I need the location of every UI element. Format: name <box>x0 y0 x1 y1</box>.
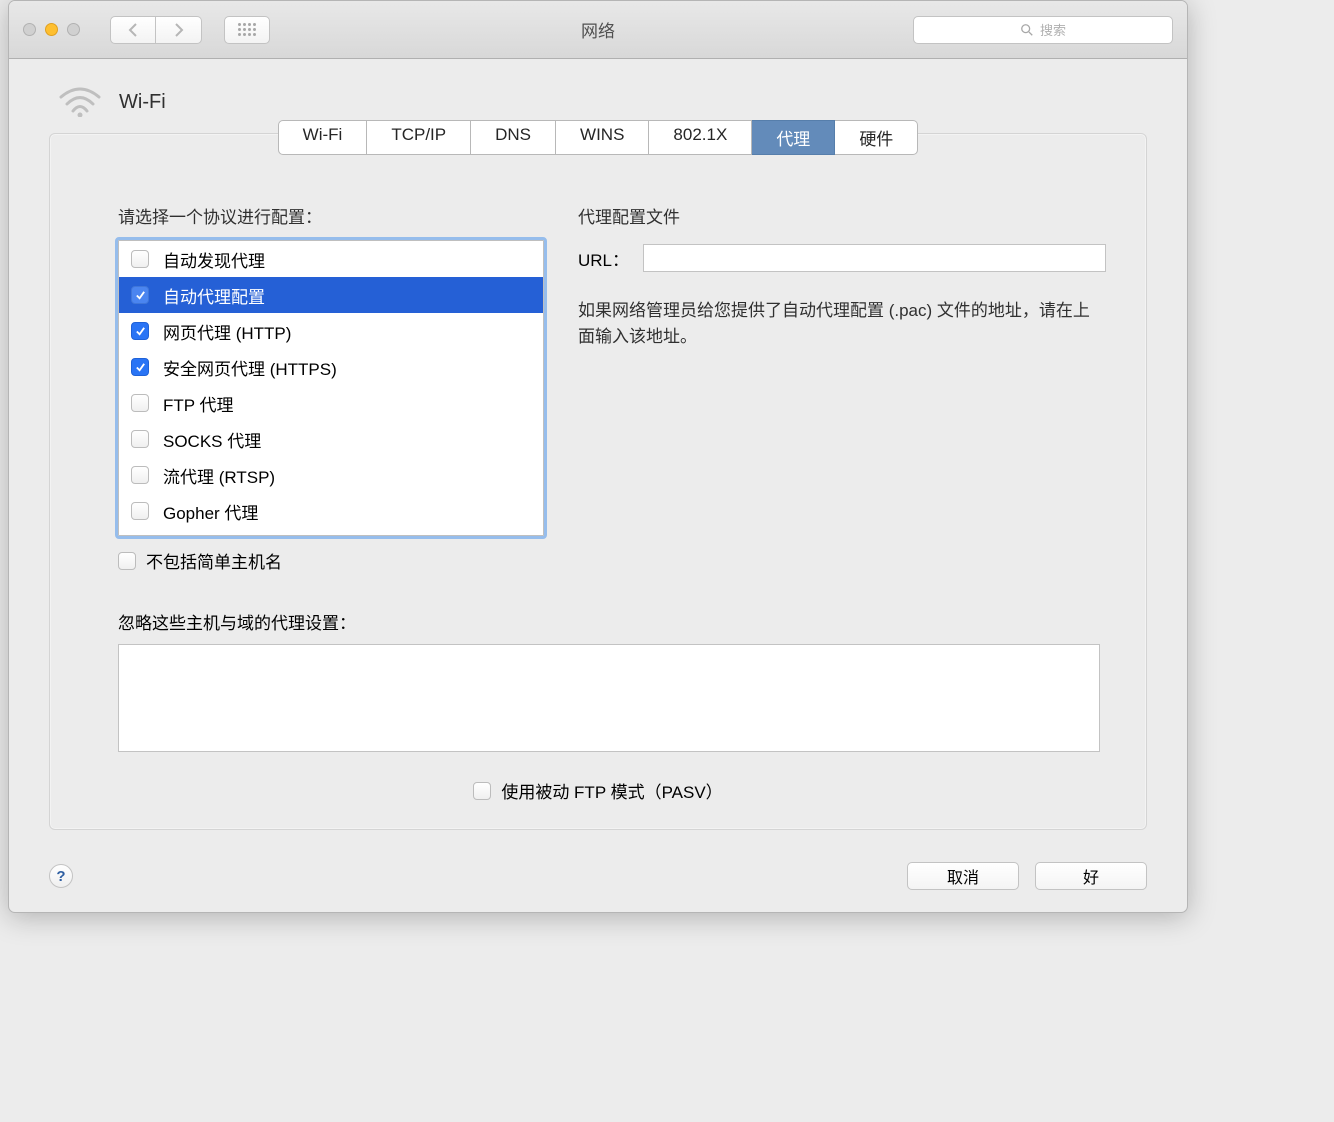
titlebar: 网络 搜索 <box>9 1 1187 59</box>
chevron-right-icon <box>174 22 184 38</box>
page-title: Wi-Fi <box>119 91 166 114</box>
protocol-row-2[interactable]: 网页代理 (HTTP) <box>119 313 543 349</box>
search-input[interactable]: 搜索 <box>913 16 1173 44</box>
protocol-list[interactable]: 自动发现代理自动代理配置网页代理 (HTTP) 安全网页代理 (HTTPS) FTP… <box>118 240 544 536</box>
protocol-label-4: FTP 代理 <box>163 391 234 416</box>
zoom-button[interactable] <box>67 23 80 36</box>
protocol-label-0: 自动发现代理 <box>163 247 265 272</box>
chevron-left-icon <box>128 22 138 38</box>
ok-button[interactable]: 好 <box>1035 862 1147 890</box>
traffic-lights <box>23 23 80 36</box>
tab-4[interactable]: 802.1X <box>649 120 752 155</box>
nav-buttons <box>110 16 202 44</box>
protocol-row-1[interactable]: 自动代理配置 <box>119 277 543 313</box>
protocol-row-0[interactable]: 自动发现代理 <box>119 241 543 277</box>
footer: ? 取消 好 <box>9 850 1187 912</box>
tab-1[interactable]: TCP/IP <box>367 120 471 155</box>
right-pane: 代理配置文件 URL： 如果网络管理员给您提供了自动代理配置 (.pac) 文件… <box>578 203 1106 573</box>
protocol-checkbox-3[interactable] <box>131 358 149 376</box>
protocol-label-2: 网页代理 (HTTP) <box>163 319 291 344</box>
main: 请选择一个协议进行配置： 自动发现代理自动代理配置网页代理 (HTTP) 安全网页… <box>50 155 1146 573</box>
tabs: Wi-FiTCP/IPDNSWINS802.1X代理硬件 <box>50 120 1146 155</box>
protocol-row-5[interactable]: SOCKS 代理 <box>119 421 543 457</box>
protocol-checkbox-2[interactable] <box>131 322 149 340</box>
pasv-row: 使用被动 FTP 模式（PASV） <box>50 778 1146 803</box>
cancel-button[interactable]: 取消 <box>907 862 1019 890</box>
exclude-simple-hosts-row: 不包括简单主机名 <box>118 548 544 573</box>
exclude-simple-hosts-checkbox[interactable] <box>118 552 136 570</box>
action-buttons: 取消 好 <box>907 862 1147 890</box>
proxy-config-title: 代理配置文件 <box>578 203 1106 228</box>
help-button[interactable]: ? <box>49 864 73 888</box>
search-placeholder: 搜索 <box>1040 20 1066 39</box>
protocol-label-1: 自动代理配置 <box>163 283 265 308</box>
url-input[interactable] <box>643 244 1106 272</box>
protocol-label-6: 流代理 (RTSP) <box>163 463 275 488</box>
window-title: 网络 <box>581 17 615 42</box>
show-all-button[interactable] <box>224 16 270 44</box>
protocol-label-5: SOCKS 代理 <box>163 427 261 452</box>
tab-0[interactable]: Wi-Fi <box>278 120 368 155</box>
url-row: URL： <box>578 244 1106 272</box>
left-pane: 请选择一个协议进行配置： 自动发现代理自动代理配置网页代理 (HTTP) 安全网页… <box>118 203 544 573</box>
hint-text: 如果网络管理员给您提供了自动代理配置 (.pac) 文件的地址，请在上面输入该地… <box>578 298 1106 351</box>
protocol-checkbox-0[interactable] <box>131 250 149 268</box>
protocol-row-6[interactable]: 流代理 (RTSP) <box>119 457 543 493</box>
close-button[interactable] <box>23 23 36 36</box>
protocol-checkbox-5[interactable] <box>131 430 149 448</box>
protocol-row-4[interactable]: FTP 代理 <box>119 385 543 421</box>
protocol-label-3: 安全网页代理 (HTTPS) <box>163 355 337 380</box>
minimize-button[interactable] <box>45 23 58 36</box>
tab-5[interactable]: 代理 <box>752 120 835 155</box>
protocol-label-7: Gopher 代理 <box>163 499 258 524</box>
tab-3[interactable]: WINS <box>556 120 649 155</box>
tab-2[interactable]: DNS <box>471 120 556 155</box>
content: Wi-FiTCP/IPDNSWINS802.1X代理硬件 请选择一个协议进行配置… <box>49 133 1147 830</box>
window: 网络 搜索 Wi-Fi Wi-FiTCP/IPDNSWINS802.1X代理硬件… <box>8 0 1188 913</box>
tab-6[interactable]: 硬件 <box>835 120 918 155</box>
wifi-icon <box>59 87 101 117</box>
grid-icon <box>238 23 256 36</box>
forward-button[interactable] <box>156 16 202 44</box>
back-button[interactable] <box>110 16 156 44</box>
bypass-label: 忽略这些主机与域的代理设置： <box>118 609 1146 634</box>
bypass-input[interactable] <box>118 644 1100 752</box>
protocol-checkbox-7[interactable] <box>131 502 149 520</box>
pasv-label: 使用被动 FTP 模式（PASV） <box>501 778 722 803</box>
search-icon <box>1020 23 1034 37</box>
exclude-simple-hosts-label: 不包括简单主机名 <box>146 548 282 573</box>
protocol-row-3[interactable]: 安全网页代理 (HTTPS) <box>119 349 543 385</box>
url-label: URL： <box>578 246 629 271</box>
protocol-label: 请选择一个协议进行配置： <box>118 203 544 228</box>
protocol-checkbox-4[interactable] <box>131 394 149 412</box>
pasv-checkbox[interactable] <box>473 782 491 800</box>
protocol-checkbox-6[interactable] <box>131 466 149 484</box>
protocol-row-7[interactable]: Gopher 代理 <box>119 493 543 529</box>
protocol-checkbox-1[interactable] <box>131 286 149 304</box>
